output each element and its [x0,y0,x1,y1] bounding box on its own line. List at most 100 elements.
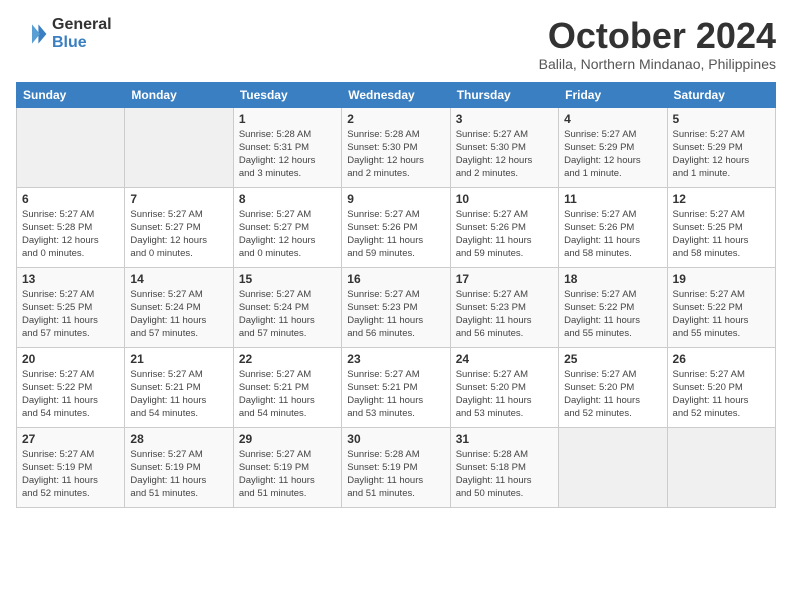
calendar-body: 1 Sunrise: 5:28 AM Sunset: 5:31 PM Daylig… [17,107,776,507]
day-info: Sunrise: 5:27 AM Sunset: 5:20 PM Dayligh… [564,368,661,421]
day-info: Sunrise: 5:27 AM Sunset: 5:24 PM Dayligh… [239,288,336,341]
day-info: Sunrise: 5:28 AM Sunset: 5:18 PM Dayligh… [456,448,553,501]
page-header: General Blue October 2024 Balila, Northe… [16,16,776,72]
day-number: 31 [456,432,553,446]
calendar-cell: 8Sunrise: 5:27 AM Sunset: 5:27 PM Daylig… [233,187,341,267]
day-info: Sunrise: 5:28 AM Sunset: 5:19 PM Dayligh… [347,448,444,501]
day-number: 18 [564,272,661,286]
calendar-cell: 28 Sunrise: 5:27 AM Sunset: 5:19 PM Dayli… [125,427,233,507]
day-info: Sunrise: 5:27 AM Sunset: 5:19 PM Dayligh… [22,448,119,501]
month-title: October 2024 [539,16,776,56]
day-info: Sunrise: 5:27 AM Sunset: 5:25 PM Dayligh… [673,208,770,261]
calendar-cell: 29 Sunrise: 5:27 AM Sunset: 5:19 PM Dayli… [233,427,341,507]
day-number: 21 [130,352,227,366]
calendar-cell: 21Sunrise: 5:27 AM Sunset: 5:21 PM Dayli… [125,347,233,427]
title-block: October 2024 Balila, Northern Mindanao, … [539,16,776,72]
day-info: Sunrise: 5:27 AM Sunset: 5:22 PM Dayligh… [22,368,119,421]
day-number: 5 [673,112,770,126]
calendar-cell: 1 Sunrise: 5:28 AM Sunset: 5:31 PM Daylig… [233,107,341,187]
day-number: 12 [673,192,770,206]
day-info: Sunrise: 5:27 AM Sunset: 5:30 PM Dayligh… [456,128,553,181]
day-info: Sunrise: 5:27 AM Sunset: 5:29 PM Dayligh… [564,128,661,181]
calendar-cell: 7 Sunrise: 5:27 AM Sunset: 5:27 PM Daylig… [125,187,233,267]
day-number: 29 [239,432,336,446]
day-number: 8 [239,192,336,206]
calendar-cell [667,427,775,507]
day-info: Sunrise: 5:27 AM Sunset: 5:27 PM Dayligh… [130,208,227,261]
calendar-week-3: 13Sunrise: 5:27 AM Sunset: 5:25 PM Dayli… [17,267,776,347]
day-info: Sunrise: 5:27 AM Sunset: 5:20 PM Dayligh… [673,368,770,421]
calendar-cell: 9 Sunrise: 5:27 AM Sunset: 5:26 PM Daylig… [342,187,450,267]
calendar-cell: 11Sunrise: 5:27 AM Sunset: 5:26 PM Dayli… [559,187,667,267]
day-number: 23 [347,352,444,366]
day-info: Sunrise: 5:28 AM Sunset: 5:31 PM Dayligh… [239,128,336,181]
calendar-cell: 15 Sunrise: 5:27 AM Sunset: 5:24 PM Dayli… [233,267,341,347]
day-info: Sunrise: 5:27 AM Sunset: 5:26 PM Dayligh… [456,208,553,261]
day-number: 19 [673,272,770,286]
calendar-week-5: 27Sunrise: 5:27 AM Sunset: 5:19 PM Dayli… [17,427,776,507]
day-number: 25 [564,352,661,366]
day-number: 11 [564,192,661,206]
calendar-week-2: 6 Sunrise: 5:27 AM Sunset: 5:28 PM Daylig… [17,187,776,267]
day-number: 16 [347,272,444,286]
day-number: 22 [239,352,336,366]
day-info: Sunrise: 5:27 AM Sunset: 5:21 PM Dayligh… [239,368,336,421]
day-info: Sunrise: 5:27 AM Sunset: 5:19 PM Dayligh… [130,448,227,501]
logo-icon [16,18,48,50]
calendar-cell: 10 Sunrise: 5:27 AM Sunset: 5:26 PM Dayli… [450,187,558,267]
day-number: 20 [22,352,119,366]
column-header-monday: Monday [125,82,233,107]
calendar-cell: 26 Sunrise: 5:27 AM Sunset: 5:20 PM Dayli… [667,347,775,427]
day-info: Sunrise: 5:28 AM Sunset: 5:30 PM Dayligh… [347,128,444,181]
day-info: Sunrise: 5:27 AM Sunset: 5:25 PM Dayligh… [22,288,119,341]
calendar-cell: 24 Sunrise: 5:27 AM Sunset: 5:20 PM Dayli… [450,347,558,427]
column-header-tuesday: Tuesday [233,82,341,107]
column-header-friday: Friday [559,82,667,107]
day-info: Sunrise: 5:27 AM Sunset: 5:26 PM Dayligh… [347,208,444,261]
day-number: 3 [456,112,553,126]
calendar-cell: 12 Sunrise: 5:27 AM Sunset: 5:25 PM Dayli… [667,187,775,267]
day-number: 28 [130,432,227,446]
day-number: 26 [673,352,770,366]
column-header-wednesday: Wednesday [342,82,450,107]
logo-text: General Blue [52,16,112,51]
day-number: 24 [456,352,553,366]
day-number: 10 [456,192,553,206]
day-number: 9 [347,192,444,206]
day-number: 30 [347,432,444,446]
location-subtitle: Balila, Northern Mindanao, Philippines [539,56,776,72]
calendar-cell: 16Sunrise: 5:27 AM Sunset: 5:23 PM Dayli… [342,267,450,347]
calendar-cell: 14Sunrise: 5:27 AM Sunset: 5:24 PM Dayli… [125,267,233,347]
calendar-week-4: 20 Sunrise: 5:27 AM Sunset: 5:22 PM Dayli… [17,347,776,427]
calendar-cell [17,107,125,187]
day-info: Sunrise: 5:27 AM Sunset: 5:22 PM Dayligh… [673,288,770,341]
day-info: Sunrise: 5:27 AM Sunset: 5:21 PM Dayligh… [347,368,444,421]
calendar-week-1: 1 Sunrise: 5:28 AM Sunset: 5:31 PM Daylig… [17,107,776,187]
calendar-cell: 18 Sunrise: 5:27 AM Sunset: 5:22 PM Dayli… [559,267,667,347]
calendar-cell: 13Sunrise: 5:27 AM Sunset: 5:25 PM Dayli… [17,267,125,347]
calendar-cell: 31 Sunrise: 5:28 AM Sunset: 5:18 PM Dayli… [450,427,558,507]
day-number: 15 [239,272,336,286]
day-number: 7 [130,192,227,206]
calendar-cell: 20 Sunrise: 5:27 AM Sunset: 5:22 PM Dayli… [17,347,125,427]
calendar-header: SundayMondayTuesdayWednesdayThursdayFrid… [17,82,776,107]
day-number: 1 [239,112,336,126]
day-info: Sunrise: 5:27 AM Sunset: 5:19 PM Dayligh… [239,448,336,501]
day-info: Sunrise: 5:27 AM Sunset: 5:20 PM Dayligh… [456,368,553,421]
logo: General Blue [16,16,112,51]
day-number: 6 [22,192,119,206]
day-number: 17 [456,272,553,286]
calendar-cell: 19 Sunrise: 5:27 AM Sunset: 5:22 PM Dayli… [667,267,775,347]
calendar-table: SundayMondayTuesdayWednesdayThursdayFrid… [16,82,776,508]
logo-blue: Blue [52,34,112,52]
day-info: Sunrise: 5:27 AM Sunset: 5:28 PM Dayligh… [22,208,119,261]
day-number: 2 [347,112,444,126]
calendar-cell [559,427,667,507]
day-info: Sunrise: 5:27 AM Sunset: 5:29 PM Dayligh… [673,128,770,181]
calendar-cell: 2 Sunrise: 5:28 AM Sunset: 5:30 PM Daylig… [342,107,450,187]
calendar-cell: 30 Sunrise: 5:28 AM Sunset: 5:19 PM Dayli… [342,427,450,507]
calendar-cell: 3 Sunrise: 5:27 AM Sunset: 5:30 PM Daylig… [450,107,558,187]
calendar-cell [125,107,233,187]
day-info: Sunrise: 5:27 AM Sunset: 5:22 PM Dayligh… [564,288,661,341]
column-header-thursday: Thursday [450,82,558,107]
